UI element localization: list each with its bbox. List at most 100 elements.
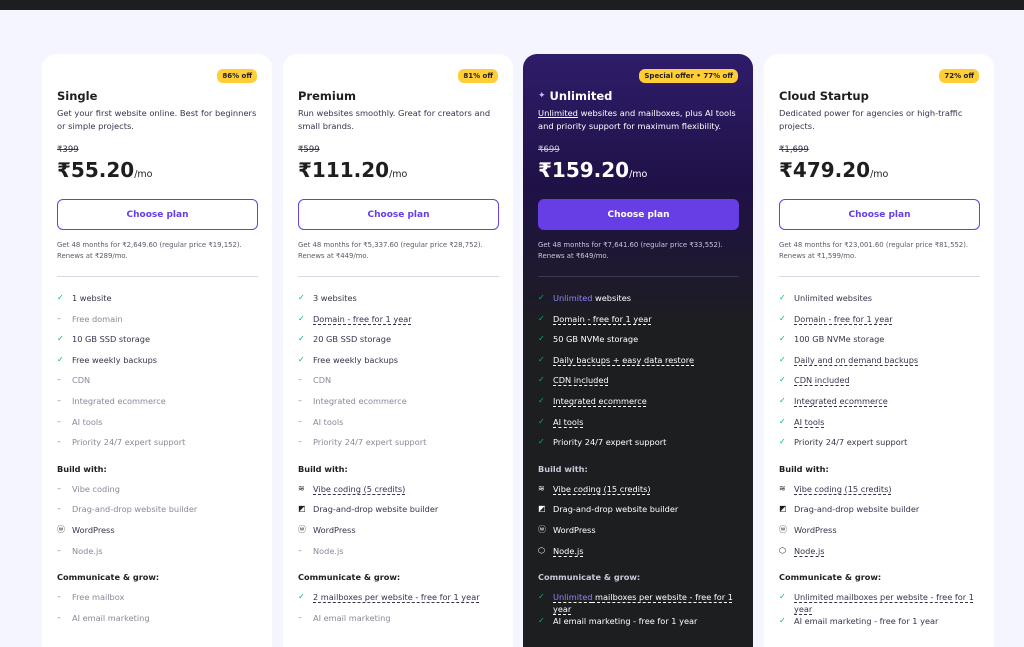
check-icon: ✓ xyxy=(538,616,545,626)
price: ₹479.20/mo xyxy=(779,158,888,182)
feature-item: – AI tools xyxy=(298,416,344,427)
communicate-grow-heading: Communicate & grow: xyxy=(57,572,160,583)
choose-plan-button[interactable]: Choose plan xyxy=(298,199,499,230)
plan-card-unlimited: Special offer • 77% off ✦ Unlimited Unlim… xyxy=(523,54,753,647)
feature-item: – Free mailbox xyxy=(57,592,125,603)
choose-plan-button[interactable]: Choose plan xyxy=(57,199,258,230)
dash-icon: – xyxy=(57,437,61,447)
feature-item: – Drag-and-drop website builder xyxy=(57,504,198,515)
feature-item: ✓ AI email marketing - free for 1 year xyxy=(779,616,939,627)
sparkle-icon: ✦ xyxy=(538,91,546,101)
divider xyxy=(779,276,980,277)
check-icon: ✓ xyxy=(779,293,786,302)
check-icon: ✓ xyxy=(538,313,545,323)
feature-item: ✓ Daily and on demand backups xyxy=(779,354,919,365)
feature-item: ✓ Integrated ecommerce xyxy=(538,395,647,406)
divider xyxy=(538,276,739,277)
old-price: ₹699 xyxy=(538,145,560,155)
check-icon: ✓ xyxy=(538,375,545,385)
dash-icon: – xyxy=(57,313,61,323)
dash-icon: – xyxy=(57,545,61,555)
choose-plan-button[interactable]: Choose plan xyxy=(538,199,739,230)
plan-card-premium: 81% off Premium Run websites smoothly. G… xyxy=(283,54,513,647)
feature-item: ◩ Drag-and-drop website builder xyxy=(779,504,920,515)
feature-item: ≋ Vibe coding (5 credits) xyxy=(298,483,406,494)
feature-item: ✓ AI tools xyxy=(538,416,584,427)
feature-item: ◩ Drag-and-drop website builder xyxy=(538,504,679,515)
feature-item: – Integrated ecommerce xyxy=(298,395,407,406)
feature-item: ✓ Priority 24/7 expert support xyxy=(538,437,667,448)
dash-icon: – xyxy=(57,612,61,622)
plan-name: Premium xyxy=(298,89,356,103)
wordpress-icon: ⓦ xyxy=(298,524,306,534)
feature-item: ◩ Drag-and-drop website builder xyxy=(298,504,439,515)
dash-icon: – xyxy=(57,483,61,493)
feature-item: ⓦ WordPress xyxy=(779,524,837,535)
check-icon: ✓ xyxy=(538,334,545,344)
feature-item: – Node.js xyxy=(298,545,344,556)
old-price: ₹399 xyxy=(57,145,79,155)
feature-item: ⓦ WordPress xyxy=(298,524,356,535)
check-icon: ✓ xyxy=(779,416,786,426)
feature-item: ✓ 3 websites xyxy=(298,293,357,303)
check-icon: ✓ xyxy=(298,592,305,602)
communicate-grow-heading: Communicate & grow: xyxy=(538,572,641,583)
plan-title: Single xyxy=(57,89,97,103)
feature-item: ✓ Unlimited websites xyxy=(538,293,632,303)
price-value: ₹479.20 xyxy=(779,158,871,182)
builder-icon: ◩ xyxy=(779,504,787,514)
discount-badge: 81% off xyxy=(458,69,498,83)
dash-icon: – xyxy=(57,416,61,426)
price-period: /mo xyxy=(629,169,648,180)
plan-card-cloud-startup: 72% off Cloud Startup Dedicated power fo… xyxy=(764,54,994,647)
feature-list: ✓ 1 website – Free domain ✓ 10 GB SSD stora… xyxy=(57,292,262,632)
plan-description: Unlimited websites and mailboxes, plus A… xyxy=(538,108,736,131)
feature-item: ⓦ WordPress xyxy=(57,524,115,535)
feature-item: ✓ 20 GB SSD storage xyxy=(298,334,391,345)
feature-item: ✓ 2 mailboxes per website - free for 1 ye… xyxy=(298,592,480,603)
old-price: ₹1,699 xyxy=(779,145,809,155)
feature-item: ✓ 10 GB SSD storage xyxy=(57,334,150,345)
discount-badge: 86% off xyxy=(217,69,257,83)
check-icon: ✓ xyxy=(298,354,305,364)
feature-list: ✓ Unlimited websites ✓ Domain - free for 1… xyxy=(538,292,743,636)
waves-icon: ≋ xyxy=(779,483,786,493)
check-icon: ✓ xyxy=(298,313,305,323)
feature-item: ✓ Unlimited websites xyxy=(779,293,873,303)
feature-item: ✓ Unlimited mailboxes per website - free … xyxy=(779,592,974,615)
feature-item: ✓ AI tools xyxy=(779,416,825,427)
price-value: ₹159.20 xyxy=(538,158,630,182)
feature-item: – Free domain xyxy=(57,313,123,324)
check-icon: ✓ xyxy=(538,592,545,602)
feature-item: – Priority 24/7 expert support xyxy=(298,437,427,448)
feature-item: ✓ Domain - free for 1 year xyxy=(538,313,652,324)
price-period: /mo xyxy=(134,169,153,180)
communicate-grow-heading: Communicate & grow: xyxy=(298,572,401,583)
check-icon: ✓ xyxy=(538,395,545,405)
check-icon: ✓ xyxy=(57,334,64,344)
feature-item: ✓ Daily backups + easy data restore xyxy=(538,354,694,365)
communicate-grow-heading: Communicate & grow: xyxy=(779,572,882,583)
check-icon: ✓ xyxy=(779,395,786,405)
check-icon: ✓ xyxy=(538,416,545,426)
feature-item: – Node.js xyxy=(57,545,103,556)
feature-item: ✓ 1 website xyxy=(57,293,112,303)
dash-icon: – xyxy=(57,395,61,405)
build-with-heading: Build with: xyxy=(779,463,829,474)
check-icon: ✓ xyxy=(298,334,305,344)
feature-item: ✓ Domain - free for 1 year xyxy=(298,313,412,324)
wordpress-icon: ⓦ xyxy=(779,524,787,534)
feature-item: – AI email marketing xyxy=(57,612,150,623)
price: ₹55.20/mo xyxy=(57,158,152,182)
builder-icon: ◩ xyxy=(298,504,306,514)
price-value: ₹55.20 xyxy=(57,158,135,182)
feature-item: – AI tools xyxy=(57,416,103,427)
build-with-heading: Build with: xyxy=(298,463,348,474)
feature-item: ✓ 100 GB NVMe storage xyxy=(779,334,885,345)
choose-plan-button[interactable]: Choose plan xyxy=(779,199,980,230)
feature-item: – Vibe coding xyxy=(57,483,120,494)
feature-item: – CDN xyxy=(57,375,91,386)
nodejs-icon: ⬡ xyxy=(779,545,786,555)
check-icon: ✓ xyxy=(779,313,786,323)
dash-icon: – xyxy=(298,612,302,622)
